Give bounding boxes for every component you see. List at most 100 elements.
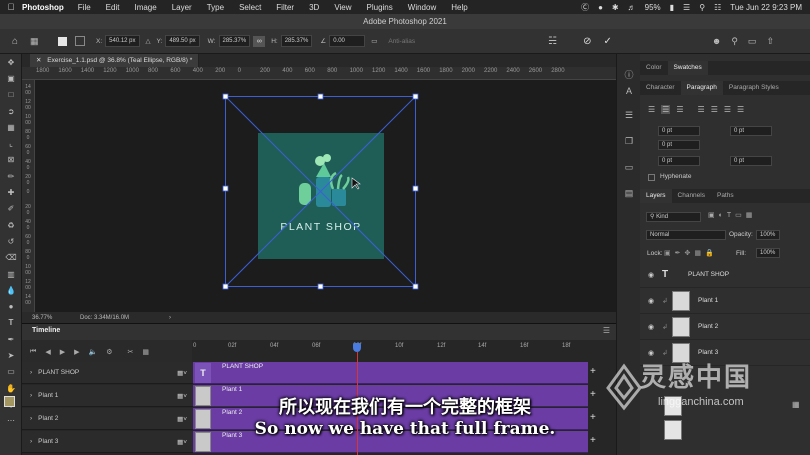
- menu-image[interactable]: Image: [134, 3, 156, 12]
- export-icon[interactable]: ▭: [622, 162, 636, 176]
- eraser-tool-icon[interactable]: ⌫: [0, 250, 22, 266]
- next-frame-icon[interactable]: ▶: [74, 348, 79, 356]
- split-clip-icon[interactable]: ✂: [127, 348, 133, 356]
- tab-paragraph[interactable]: Paragraph: [680, 81, 723, 95]
- width-field[interactable]: 285.37%: [218, 35, 251, 47]
- space-after-field[interactable]: 0 pt: [730, 156, 772, 166]
- cancel-transform-icon[interactable]: ⊘: [583, 36, 591, 47]
- battery-icon[interactable]: ▮: [670, 3, 674, 12]
- menu-app-name[interactable]: Photoshop: [22, 3, 64, 12]
- info-icon[interactable]: ⓘ: [622, 68, 636, 82]
- track-film-icon[interactable]: ▦˅: [177, 369, 187, 377]
- marquee-tool-icon[interactable]: □: [0, 87, 22, 103]
- expand-track-icon[interactable]: ›: [30, 369, 32, 376]
- align-right-icon[interactable]: ☰: [676, 105, 683, 114]
- frame-tool-icon[interactable]: ⊠: [0, 152, 22, 168]
- pen-tool-icon[interactable]: ✒: [0, 331, 22, 347]
- layer-name[interactable]: PLANT SHOP: [688, 271, 729, 278]
- dodge-tool-icon[interactable]: ●: [0, 298, 22, 314]
- tab-channels[interactable]: Channels: [672, 189, 711, 203]
- align-center-icon[interactable]: ☰: [661, 105, 671, 114]
- apple-icon[interactable]: : [0, 2, 22, 12]
- tab-paragraph-styles[interactable]: Paragraph Styles: [723, 81, 785, 95]
- horizontal-ruler[interactable]: 1800 1600 1400 1200 1000 800 600 400 200 0 200 400 6…: [22, 67, 616, 80]
- layer-name[interactable]: Plant 2: [698, 323, 718, 330]
- play-icon[interactable]: ▶: [60, 348, 65, 356]
- stamp-tool-icon[interactable]: ♻: [0, 217, 22, 233]
- first-frame-icon[interactable]: ⏮: [30, 348, 36, 356]
- visibility-eye-icon[interactable]: ◉: [640, 323, 662, 331]
- menu-3d[interactable]: 3D: [309, 3, 319, 12]
- type-tool-icon[interactable]: T: [0, 315, 22, 331]
- layer-row[interactable]: ◉ ↲ Plant 1: [640, 288, 810, 314]
- timeline-menu-icon[interactable]: ☰: [603, 326, 610, 335]
- playhead-handle[interactable]: [353, 343, 361, 352]
- object-select-tool-icon[interactable]: ▦: [0, 119, 22, 135]
- move-tool-icon[interactable]: ✥: [0, 54, 22, 70]
- commit-transform-icon[interactable]: ✓: [603, 36, 611, 47]
- timeline-title[interactable]: Timeline: [32, 327, 60, 334]
- spotlight-search-icon[interactable]: ⚲: [699, 3, 705, 12]
- reference-point-checkbox[interactable]: [58, 36, 67, 46]
- add-media-icon[interactable]: +: [590, 366, 596, 377]
- lock-icons[interactable]: ▣✒✥▦🔒: [664, 249, 718, 257]
- menu-window[interactable]: Window: [408, 3, 436, 12]
- menu-edit[interactable]: Edit: [106, 3, 120, 12]
- crop-tool-icon[interactable]: ⌞: [0, 135, 22, 151]
- justify-last-center-icon[interactable]: ☰: [711, 105, 718, 114]
- justify-last-left-icon[interactable]: ☰: [698, 105, 705, 114]
- x-position-field[interactable]: 540.12 px: [105, 35, 140, 47]
- tab-paths[interactable]: Paths: [711, 189, 740, 203]
- opacity-field[interactable]: 100%: [756, 230, 780, 240]
- character-panel-icon[interactable]: A: [622, 86, 636, 100]
- eyedropper-tool-icon[interactable]: ✏: [0, 168, 22, 184]
- blur-tool-icon[interactable]: 💧: [0, 282, 22, 298]
- home-icon[interactable]: ⌂: [0, 36, 30, 47]
- zoom-level[interactable]: 36.77%: [32, 315, 80, 321]
- history-brush-tool-icon[interactable]: ↺: [0, 233, 22, 249]
- layer-filter-kind[interactable]: ⚲ Kind: [646, 212, 701, 222]
- expand-track-icon[interactable]: ›: [30, 438, 32, 445]
- y-position-field[interactable]: 489.50 px: [165, 35, 200, 47]
- interpolation-icon[interactable]: ▭: [371, 37, 377, 45]
- gradient-tool-icon[interactable]: ▥: [0, 266, 22, 282]
- transition-icon[interactable]: ▦: [142, 348, 149, 356]
- user-icon[interactable]: ☻: [712, 36, 721, 46]
- menu-filter[interactable]: Filter: [276, 3, 294, 12]
- artboard-tool-icon[interactable]: ▣: [0, 70, 22, 86]
- vertical-ruler[interactable]: 1400 1200 1000 800 600 400 200 0 200 400 600 800 100…: [22, 80, 35, 312]
- angle-field[interactable]: 0.00: [329, 35, 366, 47]
- transform-reference-icon[interactable]: ▦: [30, 36, 50, 47]
- settings-gear-icon[interactable]: ⚙: [106, 348, 112, 356]
- 3d-cube-icon[interactable]: ❐: [622, 136, 636, 150]
- prev-frame-icon[interactable]: ◀: [45, 348, 50, 356]
- layer-name[interactable]: Plant 1: [698, 297, 718, 304]
- tab-color[interactable]: Color: [640, 61, 668, 75]
- search-icon[interactable]: ⚲: [731, 36, 738, 47]
- blend-mode-select[interactable]: Normal: [646, 230, 726, 240]
- path-select-tool-icon[interactable]: ➤: [0, 347, 22, 363]
- layer-row[interactable]: ◉ ↲ Plant 2: [640, 314, 810, 340]
- align-left-icon[interactable]: ☰: [648, 105, 655, 114]
- skype-icon[interactable]: Ⓒ: [581, 2, 589, 13]
- transform-bounding-box[interactable]: [222, 93, 420, 291]
- menu-select[interactable]: Select: [239, 3, 261, 12]
- height-field[interactable]: 285.37%: [280, 35, 313, 47]
- fill-field[interactable]: 100%: [756, 248, 780, 258]
- lasso-tool-icon[interactable]: ➲: [0, 103, 22, 119]
- layer-name[interactable]: Plant 3: [698, 349, 718, 356]
- bluetooth-icon[interactable]: ✱: [612, 3, 619, 12]
- indent-first-line-field[interactable]: 0 pt: [658, 140, 700, 150]
- control-center-icon[interactable]: ☷: [714, 3, 721, 12]
- volume-icon[interactable]: ♬: [628, 3, 636, 12]
- hyphenate-checkbox[interactable]: [648, 174, 655, 181]
- tab-layers[interactable]: Layers: [640, 189, 672, 203]
- reference-point-grid-icon[interactable]: [75, 36, 85, 46]
- document-tab[interactable]: ✕ Exercise_1.1.psd @ 36.8% (Teal Ellipse…: [30, 54, 200, 67]
- menu-view[interactable]: View: [334, 3, 351, 12]
- visibility-eye-icon[interactable]: ◉: [640, 297, 662, 305]
- workspace-icon[interactable]: ▭: [748, 36, 757, 47]
- healing-brush-tool-icon[interactable]: ✚: [0, 184, 22, 200]
- track-row[interactable]: › PLANT SHOP ▦˅: [22, 362, 193, 384]
- menu-file[interactable]: File: [78, 3, 91, 12]
